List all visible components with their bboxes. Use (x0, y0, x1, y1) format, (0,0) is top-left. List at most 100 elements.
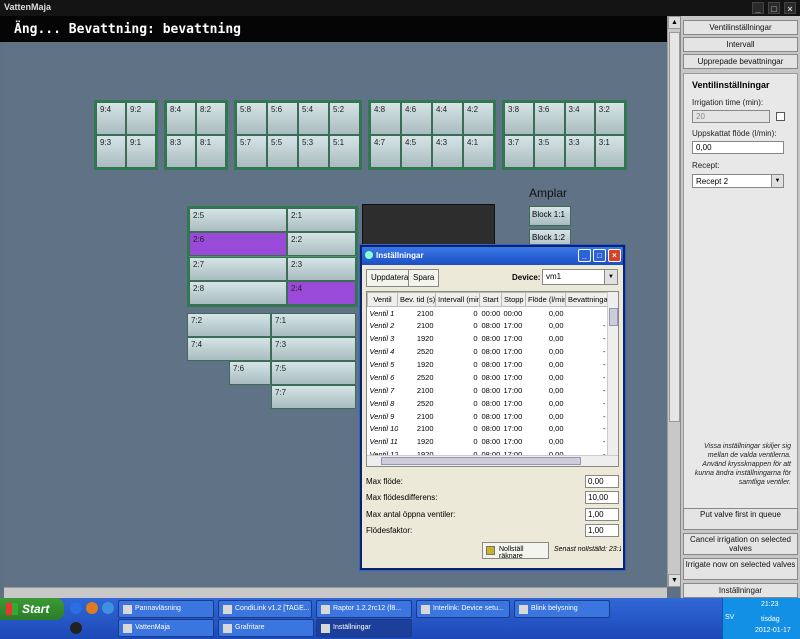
valve-cell[interactable]: 4:5 (401, 135, 432, 168)
valve-cell[interactable]: 3:8 (504, 102, 535, 135)
table-row[interactable]: Ventil 5 1920 0 08:00 17:00 0,00 - (368, 358, 608, 371)
valve-cell[interactable]: 7:5 (271, 361, 356, 385)
ie-icon[interactable] (70, 602, 82, 614)
table-row[interactable]: Ventil 11 1920 0 08:00 17:00 0,00 - (368, 435, 608, 448)
valve-cell[interactable]: 3:3 (564, 135, 595, 168)
task-button[interactable]: Pannavläsning (118, 600, 214, 618)
valve-cell[interactable]: 5:7 (236, 135, 267, 168)
valve-cell[interactable]: 9:2 (126, 102, 156, 135)
table-row[interactable]: Ventil 1 2100 0 00:00 00:00 0,00 (368, 307, 608, 320)
valve-cell[interactable]: 5:6 (267, 102, 298, 135)
table-header[interactable]: Bevattninga (565, 292, 608, 307)
put-valve-first-button[interactable]: Put valve first in queue (683, 508, 798, 530)
flow-factor-input[interactable]: 1,00 (585, 524, 619, 537)
irrigate-now-button[interactable]: Irrigate now on selected valves (683, 558, 798, 580)
table-row[interactable]: Ventil 6 2520 0 08:00 17:00 0,00 - (368, 371, 608, 384)
firefox-icon[interactable] (86, 602, 98, 614)
task-button[interactable]: Grafritare (218, 619, 314, 637)
close-button[interactable]: × (784, 2, 796, 14)
valve-cell[interactable]: 7:7 (271, 385, 356, 409)
valve-cell[interactable]: 3:7 (504, 135, 535, 168)
valve-cell[interactable]: 3:6 (534, 102, 565, 135)
valve-cell[interactable]: 3:5 (534, 135, 565, 168)
close-icon[interactable]: × (608, 249, 621, 262)
table-header[interactable]: Bev. tid (s) (397, 292, 436, 307)
table-header[interactable]: Flöde (l/min) (525, 292, 566, 307)
task-button[interactable]: CondiLink v1.2 [TAGE... (218, 600, 312, 618)
valve-cell[interactable]: 5:3 (298, 135, 329, 168)
installningar-button[interactable]: Inställningar (683, 583, 798, 598)
valve-cell[interactable]: 2:2 (287, 232, 356, 257)
task-button[interactable]: Raptor 1.2.2rc12 (f8... (316, 600, 412, 618)
valve-cell[interactable]: 4:3 (432, 135, 463, 168)
table-header[interactable]: Ventil (367, 292, 398, 307)
valve-cell[interactable]: 9:4 (96, 102, 126, 135)
valve-cell[interactable]: 5:2 (329, 102, 360, 135)
valve-cell[interactable]: 2:6 (189, 232, 287, 257)
valve-cell[interactable]: 7:4 (187, 337, 271, 361)
maximize-icon[interactable]: □ (593, 249, 606, 262)
tab-upprepade[interactable]: Upprepade bevattningar (683, 54, 798, 69)
terminal-icon[interactable] (70, 622, 82, 634)
irrigation-time-input[interactable]: 20 (692, 110, 770, 123)
reset-counter-button[interactable]: Nollställ räknare (482, 542, 549, 560)
minimize-icon[interactable]: _ (578, 249, 591, 262)
task-button[interactable]: VattenMaja (118, 619, 214, 637)
table-row[interactable]: Ventil 4 2520 0 08:00 17:00 0,00 - (368, 345, 608, 358)
valve-cell[interactable]: 9:1 (126, 135, 156, 168)
valve-cell[interactable]: 9:3 (96, 135, 126, 168)
valve-cell[interactable]: 5:4 (298, 102, 329, 135)
valve-cell[interactable]: 8:1 (196, 135, 226, 168)
valve-cell[interactable]: 7:6 (229, 361, 271, 385)
valve-cell[interactable]: 3:1 (594, 135, 625, 168)
valve-cell[interactable]: 2:7 (189, 256, 287, 281)
valve-cell[interactable]: 4:2 (463, 102, 494, 135)
valve-cell[interactable]: 4:1 (463, 135, 494, 168)
valve-cell[interactable]: 2:1 (287, 208, 356, 232)
valve-cell[interactable]: 5:1 (329, 135, 360, 168)
flow-input[interactable]: 0,00 (692, 141, 784, 154)
valve-cell[interactable]: 3:2 (594, 102, 625, 135)
valve-cell[interactable]: 4:7 (370, 135, 401, 168)
save-button[interactable]: Spara (408, 269, 440, 287)
valve-cell[interactable]: 7:1 (271, 313, 356, 337)
table-row[interactable]: Ventil 10 2100 0 08:00 17:00 0,00 - (368, 423, 608, 436)
task-button[interactable]: Interlink: Device setu... (416, 600, 510, 618)
valve-cell[interactable]: 8:4 (166, 102, 196, 135)
valve-cell[interactable]: 7:2 (187, 313, 271, 337)
valve-cell[interactable]: 8:2 (196, 102, 226, 135)
valve-cell[interactable]: 2:8 (189, 280, 287, 305)
cancel-irrigation-button[interactable]: Cancel irrigation on selected valves (683, 533, 798, 555)
table-header[interactable]: Start (479, 292, 502, 307)
table-row[interactable]: Ventil 7 2100 0 08:00 17:00 0,00 - (368, 384, 608, 397)
device-select[interactable]: vm1 ▼ (542, 269, 618, 285)
language-indicator[interactable]: SV (725, 614, 734, 621)
valve-cell[interactable]: 5:8 (236, 102, 267, 135)
valve-cell[interactable]: 2:4 (287, 280, 356, 305)
tab-intervall[interactable]: Intervall (683, 37, 798, 52)
minimize-button[interactable]: _ (752, 2, 764, 14)
task-button[interactable]: Blink belysning (514, 600, 610, 618)
vertical-scrollbar[interactable]: ▲ ▼ (667, 16, 681, 587)
table-row[interactable]: Ventil 8 2520 0 08:00 17:00 0,00 - (368, 397, 608, 410)
valve-cell[interactable]: 7:3 (271, 337, 356, 361)
valve-cell[interactable]: 4:4 (432, 102, 463, 135)
valve-cell[interactable]: 2:3 (287, 256, 356, 281)
override-checkbox[interactable] (776, 112, 785, 121)
block-cell[interactable]: Block 1:1 (529, 206, 571, 226)
table-hscrollbar[interactable] (367, 455, 618, 466)
tab-ventilinstallningar[interactable]: Ventilinställningar (683, 20, 798, 35)
start-button[interactable]: Start (0, 598, 64, 620)
max-flow-diff-input[interactable]: 10,00 (585, 491, 619, 504)
desktop-icon[interactable] (102, 602, 114, 614)
maximize-button[interactable]: □ (768, 2, 780, 14)
valve-cell[interactable]: 2:5 (189, 208, 287, 232)
max-open-valves-input[interactable]: 1,00 (585, 508, 619, 521)
valve-cell[interactable]: 4:6 (401, 102, 432, 135)
table-header[interactable]: Stopp (501, 292, 526, 307)
table-row[interactable]: Ventil 3 1920 0 08:00 17:00 0,00 - (368, 332, 608, 345)
task-button[interactable]: Inställningar (316, 619, 412, 637)
scrollbar-thumb[interactable] (669, 32, 680, 422)
scrollbar-thumb[interactable] (381, 457, 581, 465)
table-vscrollbar[interactable] (607, 292, 618, 457)
